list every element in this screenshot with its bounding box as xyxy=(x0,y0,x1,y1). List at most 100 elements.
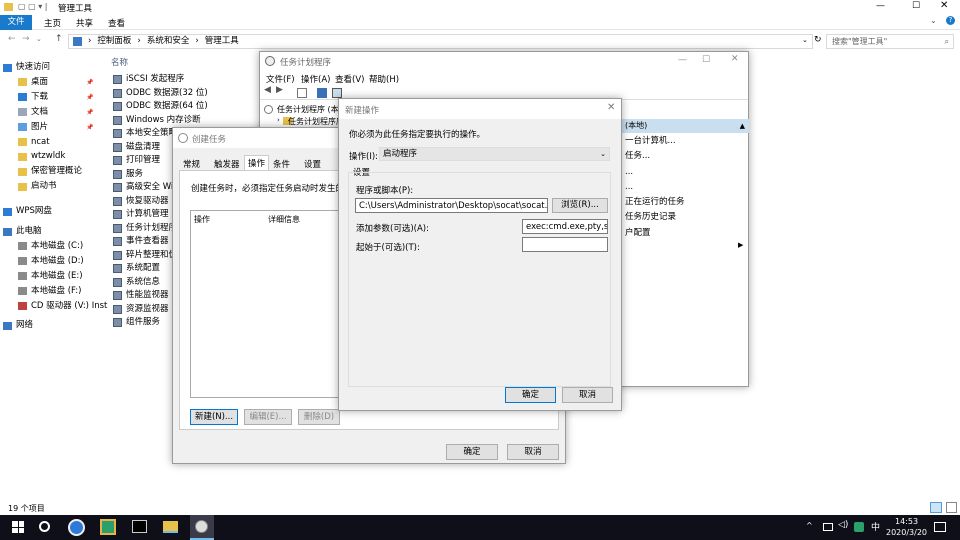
nav-item[interactable]: 本地磁盘 (F:) xyxy=(18,284,81,299)
scheduler-action-item[interactable]: 正在运行的任务 xyxy=(625,195,685,210)
nav-item[interactable]: ncat xyxy=(18,135,50,150)
create-task-cancel-button[interactable]: 取消 xyxy=(507,444,559,460)
address-dropdown-icon[interactable]: ⌄ xyxy=(802,36,808,44)
nav-item[interactable]: wtzwldk xyxy=(18,149,65,164)
pin-icon[interactable]: 📌 xyxy=(86,90,93,105)
pin-icon[interactable]: 📌 xyxy=(86,120,93,135)
recent-dropdown-icon[interactable]: ⌄ xyxy=(36,35,42,43)
nav-item[interactable]: 网络 xyxy=(3,318,33,333)
actions-header[interactable]: (本地) ▲ xyxy=(622,119,749,133)
new-action-ok-button[interactable]: 确定 xyxy=(505,387,556,403)
nav-item[interactable]: 启动书 xyxy=(18,179,57,194)
tab-settings[interactable]: 设置 xyxy=(304,158,321,170)
edit-action-button[interactable]: 编辑(E)... xyxy=(244,409,292,425)
scheduler-action-item[interactable]: ... xyxy=(625,180,633,195)
column-action[interactable]: 操作 xyxy=(194,214,210,225)
pin-icon[interactable]: 📌 xyxy=(86,105,93,120)
nav-item[interactable]: 桌面 📌 xyxy=(18,75,93,90)
tab-share[interactable]: 共享 xyxy=(76,17,93,29)
search-circle-icon[interactable] xyxy=(39,521,50,532)
menu-file[interactable]: 文件(F) xyxy=(266,73,295,85)
breadcrumb-system-security[interactable]: 系统和安全 xyxy=(147,35,190,48)
nav-item[interactable]: 本地磁盘 (D:) xyxy=(18,254,84,269)
scheduler-minimize-button[interactable]: — xyxy=(678,55,687,65)
clock-date[interactable]: 2020/3/20 xyxy=(886,528,927,537)
tab-view[interactable]: 查看 xyxy=(108,17,125,29)
menu-action[interactable]: 操作(A) xyxy=(301,73,330,85)
nav-item[interactable]: 快速访问 xyxy=(3,60,50,75)
file-item[interactable]: 组件服务 xyxy=(113,315,160,330)
search-input[interactable]: 搜索"管理工具" ⌕ xyxy=(826,34,954,49)
menu-help[interactable]: 帮助(H) xyxy=(369,73,399,85)
up-icon[interactable]: ↑ xyxy=(55,34,63,44)
show-tree-icon[interactable] xyxy=(297,88,307,98)
tab-file[interactable]: 文件 xyxy=(0,15,32,30)
nav-item[interactable]: WPS网盘 xyxy=(3,204,52,219)
breadcrumb-control-panel[interactable]: 控制面板 xyxy=(97,35,131,48)
nav-item[interactable]: 保密管理概论 xyxy=(18,164,82,179)
tray-chevron-icon[interactable]: ^ xyxy=(806,521,813,530)
start-icon[interactable] xyxy=(12,521,24,533)
help-icon[interactable]: ? xyxy=(946,16,955,25)
breadcrumb-admin-tools[interactable]: 管理工具 xyxy=(205,35,239,48)
scheduler-action-item[interactable]: 户配置 xyxy=(625,226,651,241)
quick-access-toolbar[interactable]: ▢ ▢ ▾ | xyxy=(18,2,47,11)
refresh-icon[interactable]: ↻ xyxy=(814,35,822,45)
tree-expand-icon[interactable]: › xyxy=(277,116,280,124)
scheduler-close-button[interactable]: ✕ xyxy=(731,54,739,64)
tab-actions[interactable]: 操作 xyxy=(244,155,270,170)
minimize-button[interactable]: — xyxy=(876,1,885,11)
close-button[interactable]: ✕ xyxy=(940,0,948,11)
create-task-ok-button[interactable]: 确定 xyxy=(446,444,498,460)
delete-action-button[interactable]: 删除(D) xyxy=(298,409,340,425)
scheduler-action-item[interactable]: 任务... xyxy=(625,149,650,164)
tab-general[interactable]: 常规 xyxy=(183,158,200,170)
nav-item[interactable]: 下载 📌 xyxy=(18,90,93,105)
column-detail[interactable]: 详细信息 xyxy=(268,214,300,225)
nav-item[interactable]: 文档 📌 xyxy=(18,105,93,120)
forward-icon[interactable]: → xyxy=(22,34,30,44)
scheduler-maximize-button[interactable]: ☐ xyxy=(702,55,710,65)
menu-view[interactable]: 查看(V) xyxy=(335,73,364,85)
large-icons-view-icon[interactable] xyxy=(946,502,957,513)
program-input[interactable]: C:\Users\Administrator\Desktop\socat\soc… xyxy=(355,198,548,213)
back-icon[interactable]: ← xyxy=(8,34,16,44)
action-select[interactable]: 启动程序 ⌄ xyxy=(379,147,610,161)
ime-indicator[interactable]: 中 xyxy=(871,520,880,533)
folder-taskbar-icon[interactable] xyxy=(163,521,178,533)
scheduler-action-item[interactable]: ... xyxy=(625,165,633,180)
notification-icon[interactable] xyxy=(934,522,946,532)
app-tray-icon[interactable] xyxy=(854,522,864,532)
details-view-icon[interactable] xyxy=(930,502,942,513)
nav-item[interactable]: CD 驱动器 (V:) Inst xyxy=(18,299,107,314)
nav-item[interactable]: 本地磁盘 (C:) xyxy=(18,239,83,254)
address-bar[interactable]: › 控制面板 › 系统和安全 › 管理工具 xyxy=(68,34,813,49)
tab-triggers[interactable]: 触发器 xyxy=(214,158,240,170)
new-action-cancel-button[interactable]: 取消 xyxy=(562,387,613,403)
arguments-input[interactable]: exec:cmd.exe,pty,stderr xyxy=(522,219,608,234)
actions-table[interactable]: 操作 详细信息 xyxy=(190,210,350,398)
tab-conditions[interactable]: 条件 xyxy=(273,158,290,170)
nav-item[interactable]: 本地磁盘 (E:) xyxy=(18,269,83,284)
start-in-input[interactable] xyxy=(522,237,608,252)
browse-button[interactable]: 浏览(R)... xyxy=(552,198,608,213)
back-arrow-icon[interactable]: ◀ xyxy=(264,85,271,95)
terminal-taskbar-icon[interactable] xyxy=(132,520,147,533)
pin-icon[interactable]: 📌 xyxy=(86,75,93,90)
properties-icon[interactable] xyxy=(332,88,342,98)
maximize-button[interactable]: ☐ xyxy=(912,1,920,11)
browser-taskbar-icon[interactable] xyxy=(68,519,85,536)
scheduler-action-item[interactable]: 任务历史记录 xyxy=(625,210,676,225)
nav-item[interactable]: 图片 📌 xyxy=(18,120,93,135)
app-green-taskbar-icon[interactable] xyxy=(100,519,116,535)
speaker-tray-icon[interactable]: ◁) xyxy=(838,520,848,530)
column-header-name[interactable]: 名称 xyxy=(111,56,128,68)
nav-item[interactable]: 此电脑 xyxy=(3,224,42,239)
new-action-close-button[interactable]: ✕ xyxy=(607,102,615,113)
tab-home[interactable]: 主页 xyxy=(44,17,61,29)
submenu-arrow-icon[interactable]: ▶ xyxy=(738,241,743,249)
ribbon-expand-icon[interactable]: ⌄ xyxy=(930,16,937,25)
tree-library[interactable]: 任务计划程序库 xyxy=(288,116,344,127)
scheduler-taskbar-icon[interactable] xyxy=(190,515,214,540)
scheduler-action-item[interactable]: 一台计算机... xyxy=(625,134,676,149)
